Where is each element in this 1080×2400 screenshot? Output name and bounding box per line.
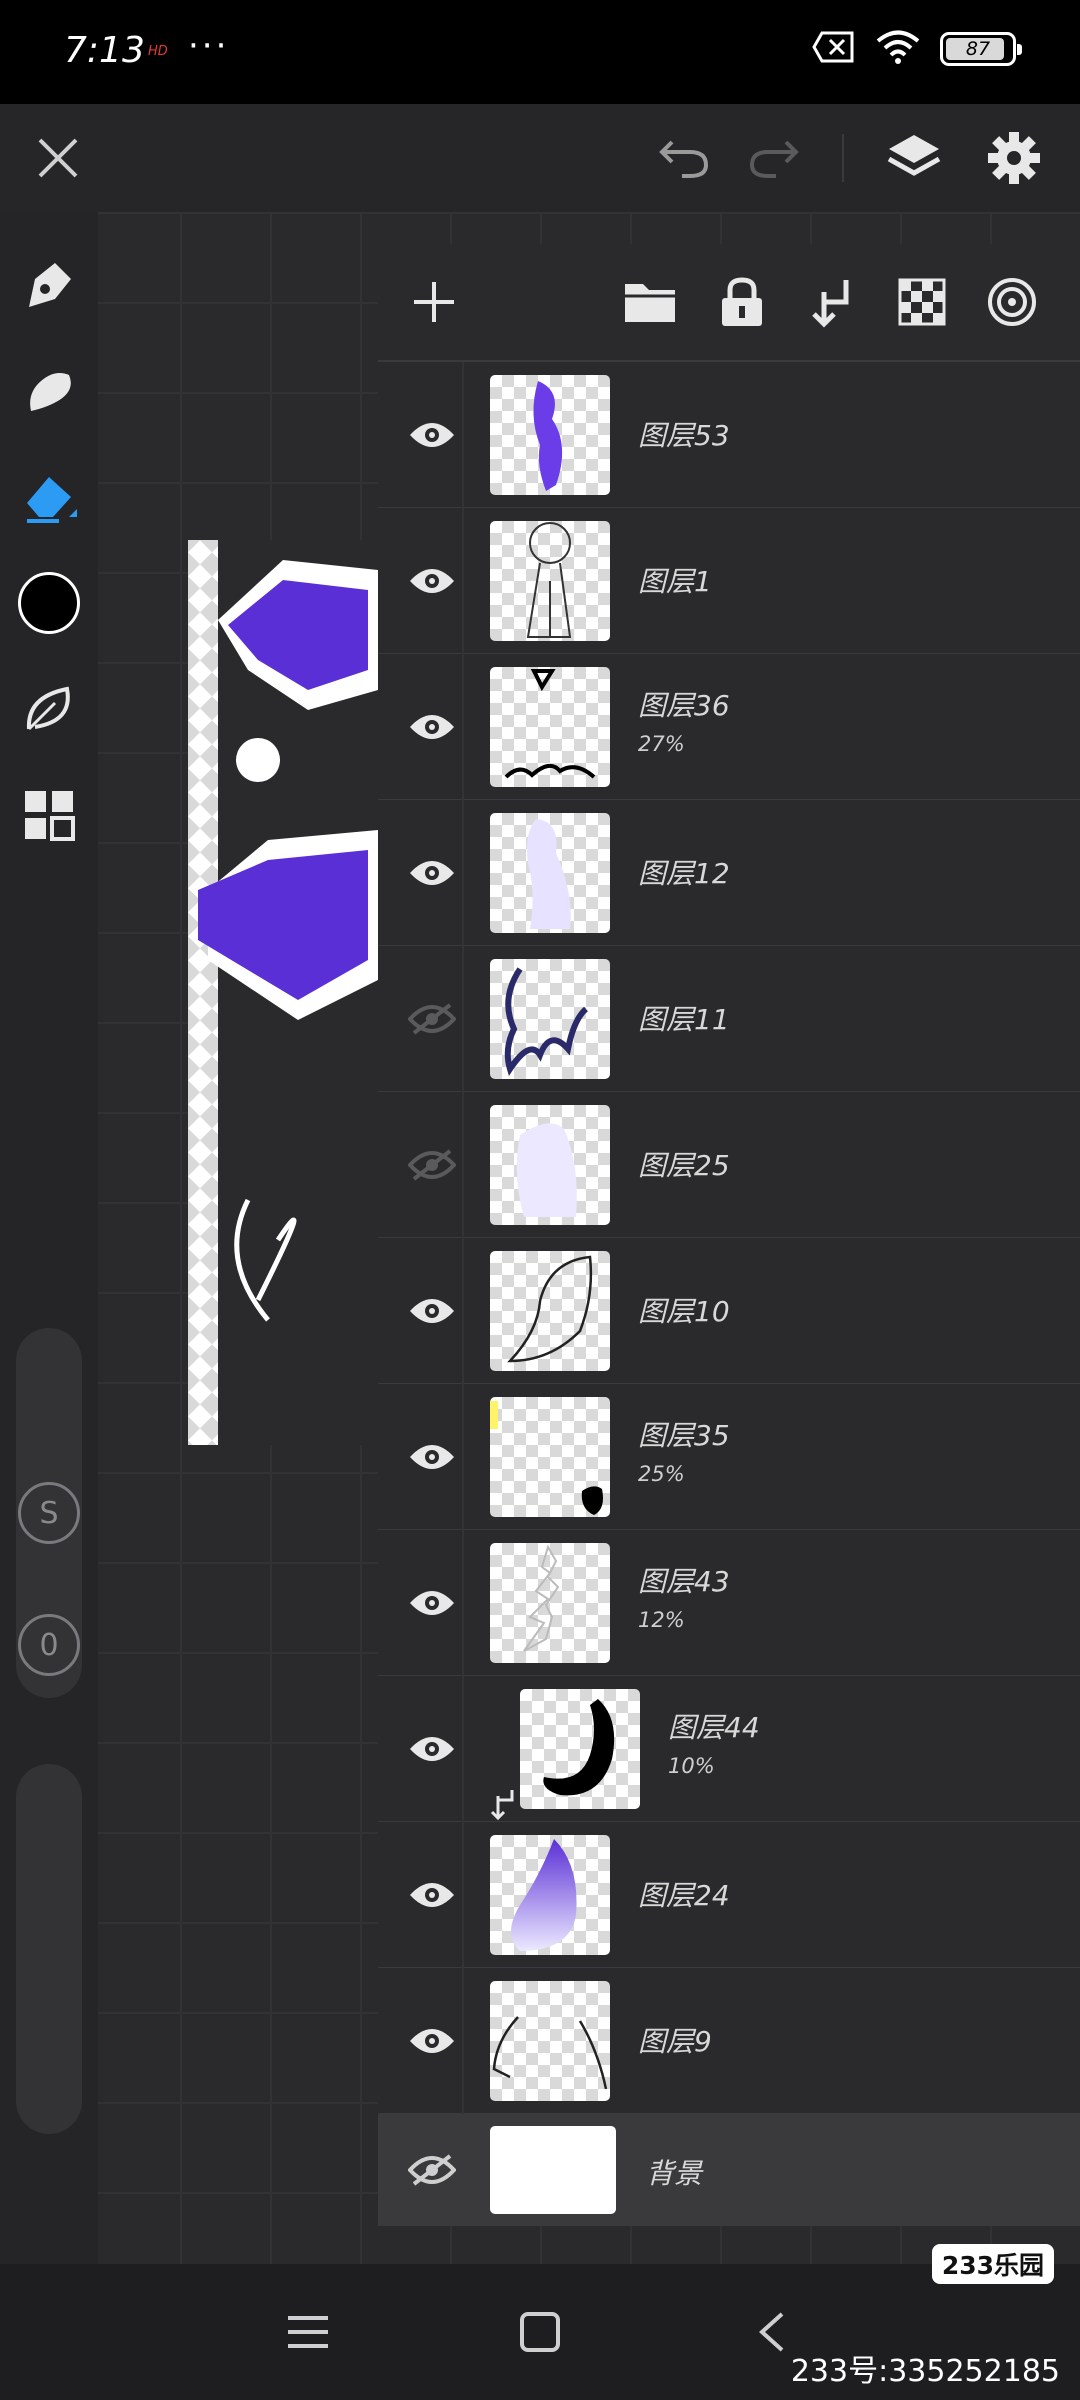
layer-thumbnail: [490, 375, 610, 495]
toolbar-divider: [842, 134, 844, 182]
color-swatch[interactable]: [12, 566, 86, 640]
redo-icon[interactable]: [738, 122, 810, 194]
layer-row[interactable]: 图层9: [378, 1968, 1080, 2114]
layer-name: 图层43: [638, 1565, 730, 1598]
smudge-icon[interactable]: [12, 354, 86, 428]
layer-row[interactable]: 图层35 25%: [378, 1384, 1080, 1530]
layers-icon[interactable]: [878, 122, 950, 194]
battery-indicator: 87: [940, 32, 1022, 66]
menu-icon[interactable]: [270, 2294, 346, 2370]
watermark-logo: 233乐园: [931, 2244, 1054, 2284]
status-bar: 7:13 HD ··· 87: [0, 0, 1080, 104]
eye-icon[interactable]: [396, 399, 468, 471]
layer-thumbnail: [490, 1105, 610, 1225]
lock-icon[interactable]: [708, 268, 776, 336]
background-layer-row[interactable]: 背景: [378, 2114, 1080, 2226]
layer-list: 图层53 图层1 图层36 27% 图层12 图层11 图层25 图层10 图层…: [378, 362, 1080, 2226]
brush-opacity-slider[interactable]: 0: [16, 1614, 82, 2134]
layer-row[interactable]: 图层10: [378, 1238, 1080, 1384]
eye-icon[interactable]: [396, 1567, 468, 1639]
grid-icon[interactable]: [12, 778, 86, 852]
layer-row[interactable]: 图层1: [378, 508, 1080, 654]
undo-icon[interactable]: [648, 122, 720, 194]
layer-thumbnail: [490, 1981, 610, 2101]
status-more-dots: ···: [188, 26, 230, 66]
layer-opacity: 25%: [638, 1462, 685, 1486]
transparency-icon[interactable]: [888, 268, 956, 336]
eye-icon[interactable]: [396, 691, 468, 763]
eye-icon[interactable]: [396, 1275, 468, 1347]
eye-icon[interactable]: [396, 2005, 468, 2077]
background-layer-name: 背景: [646, 2157, 703, 2190]
layer-name: 图层10: [638, 1295, 730, 1328]
artwork-preview: [188, 540, 378, 1445]
layer-opacity: 27%: [638, 732, 685, 756]
eraser-icon[interactable]: [12, 460, 86, 534]
layer-thumbnail: [490, 667, 610, 787]
home-icon[interactable]: [502, 2294, 578, 2370]
layer-row[interactable]: 图层25: [378, 1092, 1080, 1238]
layer-name: 图层25: [638, 1149, 730, 1182]
layer-opacity: 10%: [668, 1754, 715, 1778]
eye-icon[interactable]: [396, 1859, 468, 1931]
layer-name: 图层24: [638, 1879, 730, 1912]
eye-hidden-icon[interactable]: [396, 2134, 468, 2206]
folder-icon[interactable]: [616, 268, 684, 336]
gear-icon[interactable]: [978, 122, 1050, 194]
pen-icon[interactable]: [12, 248, 86, 322]
status-hd-tag: HD: [148, 44, 168, 59]
battery-level: 87: [965, 38, 991, 60]
layer-row[interactable]: 图层24: [378, 1822, 1080, 1968]
add-icon[interactable]: [400, 268, 468, 336]
eye-icon[interactable]: [396, 837, 468, 909]
layer-name: 图层12: [638, 857, 730, 890]
merge-down-icon[interactable]: [798, 268, 866, 336]
clipping-mask-icon: [488, 1788, 516, 1826]
layer-row[interactable]: 图层11: [378, 946, 1080, 1092]
layer-thumbnail: [490, 1835, 610, 1955]
eye-icon[interactable]: [396, 1421, 468, 1493]
eye-icon[interactable]: [396, 545, 468, 617]
layer-name: 图层11: [638, 1003, 730, 1036]
top-toolbar: [0, 104, 1080, 212]
background-thumbnail: [490, 2126, 616, 2214]
eye-icon[interactable]: [396, 1713, 468, 1785]
layers-panel: 图层53 图层1 图层36 27% 图层12 图层11 图层25 图层10 图层…: [378, 244, 1080, 2226]
layer-thumbnail: [490, 813, 610, 933]
layer-row[interactable]: 图层44 10%: [378, 1676, 1080, 1822]
sim-off-icon: [812, 30, 856, 68]
brush-size-knob[interactable]: S: [18, 1482, 80, 1544]
layer-row[interactable]: 图层36 27%: [378, 654, 1080, 800]
layer-thumbnail: [490, 1397, 610, 1517]
layer-thumbnail: [490, 1543, 610, 1663]
eye-hidden-icon[interactable]: [396, 983, 468, 1055]
layer-name: 图层1: [638, 565, 712, 598]
layer-name: 图层44: [668, 1711, 760, 1744]
layer-name: 图层35: [638, 1419, 730, 1452]
layer-name: 图层36: [638, 689, 730, 722]
eye-hidden-icon[interactable]: [396, 1129, 468, 1201]
layer-row[interactable]: 图层12: [378, 800, 1080, 946]
leaf-icon[interactable]: [12, 672, 86, 746]
layers-toolbar: [378, 244, 1080, 362]
layer-thumbnail: [520, 1689, 640, 1809]
tool-rail: S 0: [0, 212, 98, 2264]
layer-opacity: 12%: [638, 1608, 685, 1632]
layer-thumbnail: [490, 959, 610, 1079]
close-icon[interactable]: [22, 122, 94, 194]
layer-name: 图层9: [638, 2025, 712, 2058]
layer-thumbnail: [490, 1251, 610, 1371]
watermark-text: 233号:335252185: [790, 2354, 1060, 2389]
status-time: 7:13: [64, 30, 145, 71]
target-icon[interactable]: [978, 268, 1046, 336]
wifi-icon: [876, 30, 920, 68]
layer-name: 图层53: [638, 419, 730, 452]
brush-opacity-knob[interactable]: 0: [18, 1614, 80, 1676]
layer-row[interactable]: 图层43 12%: [378, 1530, 1080, 1676]
layer-thumbnail: [490, 521, 610, 641]
layer-row[interactable]: 图层53: [378, 362, 1080, 508]
